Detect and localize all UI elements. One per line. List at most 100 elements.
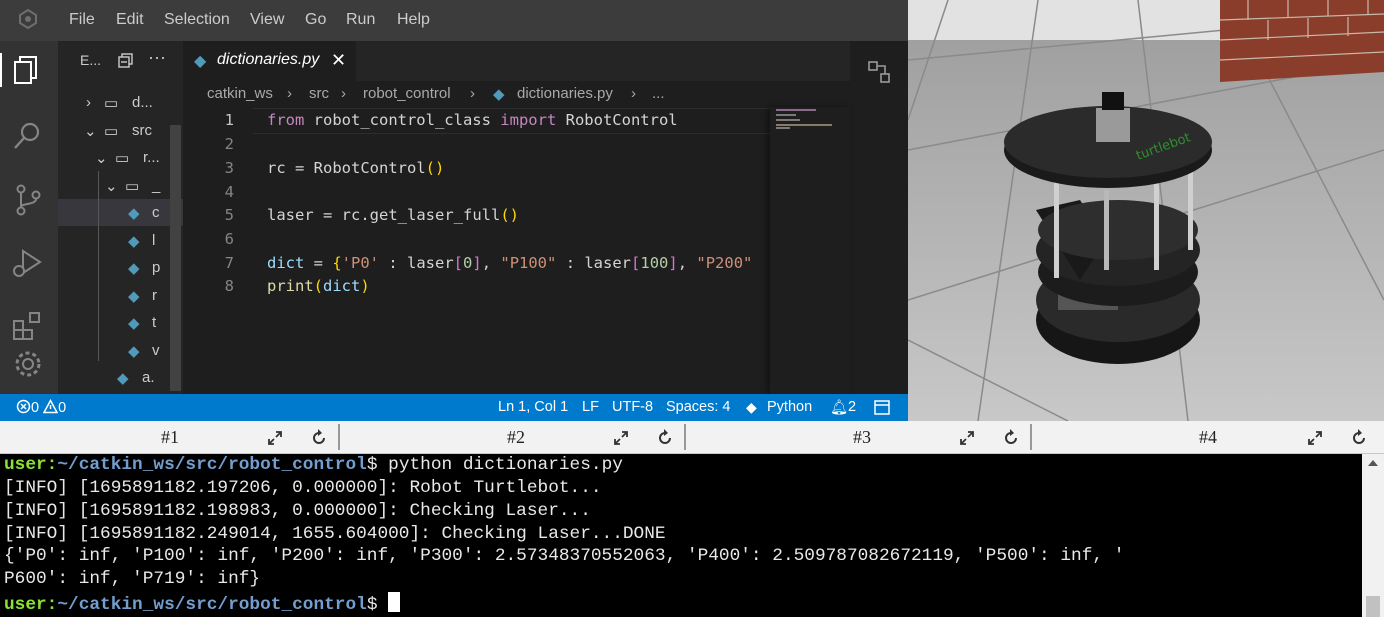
terminal-tab-3[interactable]: #3: [692, 421, 1032, 453]
source-control-icon[interactable]: [11, 183, 45, 217]
menu-edit[interactable]: Edit: [116, 11, 144, 29]
code-area[interactable]: 1 2 3 4 5 6 7 8 from robot_control_class…: [183, 107, 770, 394]
eol-indicator[interactable]: LF: [582, 399, 599, 415]
terminal-tab-1[interactable]: #1: [0, 421, 340, 453]
chevron-right-icon: ›: [470, 85, 475, 102]
close-icon[interactable]: ✕: [331, 50, 346, 71]
refresh-icon[interactable]: [656, 429, 674, 447]
line-number: 6: [224, 230, 234, 248]
refresh-icon[interactable]: [310, 429, 328, 447]
breadcrumb-item[interactable]: src: [309, 85, 329, 102]
line-number: 5: [224, 206, 234, 224]
tree-file[interactable]: ◆ p: [58, 254, 183, 281]
encoding-indicator[interactable]: UTF-8: [612, 399, 653, 415]
terminal-cursor: [388, 592, 401, 612]
code-line: dict = {'P0' : laser[0], "P100" : laser[…: [267, 254, 753, 272]
terminal-tab-4[interactable]: #4: [1038, 421, 1378, 453]
status-bar: 0 0 Ln 1, Col 1 LF UTF-8 Spaces: 4 ◆ Pyt…: [0, 394, 908, 421]
tree-file[interactable]: ◆ l: [58, 227, 183, 254]
terminal-output-line: [INFO] [1695891182.198983, 0.000000]: Ch…: [4, 501, 591, 521]
refresh-icon[interactable]: [1350, 429, 1368, 447]
tree-file[interactable]: ◆ r: [58, 282, 183, 309]
terminal-output[interactable]: user:~/catkin_ws/src/robot_control$ pyth…: [0, 454, 1362, 617]
maximize-icon[interactable]: [1306, 429, 1324, 447]
simulation-scene: turtlebot: [908, 0, 1384, 421]
tree-file-selected[interactable]: ◆ c: [58, 199, 183, 226]
terminal-output-line: [INFO] [1695891182.249014, 1655.604000]:…: [4, 524, 666, 544]
tree-folder[interactable]: ⌄ ▭ _: [58, 172, 183, 199]
menu-go[interactable]: Go: [305, 11, 326, 29]
maximize-icon[interactable]: [612, 429, 630, 447]
breadcrumb-item[interactable]: robot_control: [363, 85, 451, 102]
explorer-sidebar: E... ··· › ▭ d... ⌄ ▭ src ⌄ ▭ r... ⌄ ▭ _ ◆ c ◆ l ◆…: [58, 41, 183, 394]
python-language-icon: ◆: [746, 399, 757, 415]
breadcrumb-item[interactable]: dictionaries.py: [517, 85, 613, 102]
menu-run[interactable]: Run: [346, 11, 375, 29]
scroll-thumb[interactable]: [1366, 596, 1380, 617]
more-actions-icon[interactable]: ···: [148, 47, 166, 68]
menu-help[interactable]: Help: [397, 11, 430, 29]
breadcrumb-item[interactable]: catkin_ws: [207, 85, 273, 102]
code-editor-window: File Edit Selection View Go Run Help E..…: [0, 0, 908, 421]
python-file-icon: ◆: [194, 53, 207, 70]
notifications-count[interactable]: 2: [848, 399, 856, 415]
tree-folder[interactable]: ⌄ ▭ src: [58, 117, 183, 144]
robot-simulation-view[interactable]: turtlebot: [908, 0, 1384, 421]
error-icon: [16, 399, 31, 414]
minimap[interactable]: [770, 107, 850, 394]
menu-bar: File Edit Selection View Go Run Help: [0, 0, 908, 41]
notifications-bell-icon[interactable]: 🔔︎: [830, 399, 848, 416]
maximize-icon[interactable]: [266, 429, 284, 447]
tree-file[interactable]: ◆ v: [58, 337, 183, 364]
tree-file[interactable]: ◆ a.: [58, 364, 183, 391]
tree-folder[interactable]: ⌄ ▭ r...: [58, 144, 183, 171]
activity-bar: [0, 41, 58, 394]
python-file-icon: ◆: [128, 260, 140, 277]
terminal-output-line: [INFO] [1695891182.197206, 0.000000]: Ro…: [4, 478, 602, 498]
code-line: rc = RobotControl(): [267, 159, 445, 177]
menu-view[interactable]: View: [250, 11, 284, 29]
line-number: 1: [224, 111, 234, 129]
chevron-right-icon: ›: [631, 85, 636, 102]
cursor-position[interactable]: Ln 1, Col 1: [498, 399, 568, 415]
scroll-up-icon[interactable]: [1368, 460, 1378, 466]
terminal-scrollbar[interactable]: [1362, 454, 1384, 617]
menu-file[interactable]: File: [69, 11, 95, 29]
code-line: laser = rc.get_laser_full(): [267, 206, 520, 224]
layout-icon[interactable]: [874, 400, 890, 415]
tree-file[interactable]: ◆ t: [58, 309, 183, 336]
app-logo-icon: [19, 9, 37, 29]
tab-dictionaries-py[interactable]: ◆ dictionaries.py ✕: [183, 41, 356, 81]
indentation-indicator[interactable]: Spaces: 4: [666, 399, 731, 415]
line-number: 7: [224, 254, 234, 272]
extensions-icon[interactable]: [11, 309, 45, 343]
menu-selection[interactable]: Selection: [164, 11, 230, 29]
python-file-icon: ◆: [493, 86, 505, 103]
settings-gear-icon[interactable]: [11, 347, 45, 381]
python-file-icon: ◆: [128, 343, 140, 360]
language-mode[interactable]: Python: [767, 399, 812, 415]
terminal-output-line: {'P0': inf, 'P100': inf, 'P200': inf, 'P…: [4, 546, 1125, 566]
explorer-icon[interactable]: [11, 53, 45, 87]
terminal-tab-2[interactable]: #2: [346, 421, 686, 453]
explorer-scrollbar[interactable]: [170, 125, 181, 391]
editor-actions: [850, 41, 908, 394]
chevron-right-icon: ›: [341, 85, 346, 102]
terminal-command-line: user:~/catkin_ws/src/robot_control$ pyth…: [4, 455, 623, 475]
refresh-icon[interactable]: [1002, 429, 1020, 447]
breadcrumb-item[interactable]: ...: [652, 85, 665, 102]
maximize-icon[interactable]: [958, 429, 976, 447]
editor-tabs: ◆ dictionaries.py ✕: [183, 41, 850, 81]
warning-icon: [42, 398, 59, 414]
errors-warnings[interactable]: 0 0: [16, 398, 66, 416]
run-debug-icon[interactable]: [11, 246, 45, 280]
search-icon[interactable]: [11, 119, 45, 153]
collapse-all-icon[interactable]: [118, 53, 134, 69]
python-file-icon: ◆: [128, 315, 140, 332]
tree-folder[interactable]: › ▭ d...: [58, 89, 183, 116]
breadcrumb: catkin_ws › src › robot_control › ◆ dict…: [183, 81, 850, 107]
terminal-prompt-line: user:~/catkin_ws/src/robot_control$: [4, 592, 401, 615]
split-editor-icon[interactable]: [866, 59, 892, 85]
python-file-icon: ◆: [128, 288, 140, 305]
line-number: 3: [224, 159, 234, 177]
